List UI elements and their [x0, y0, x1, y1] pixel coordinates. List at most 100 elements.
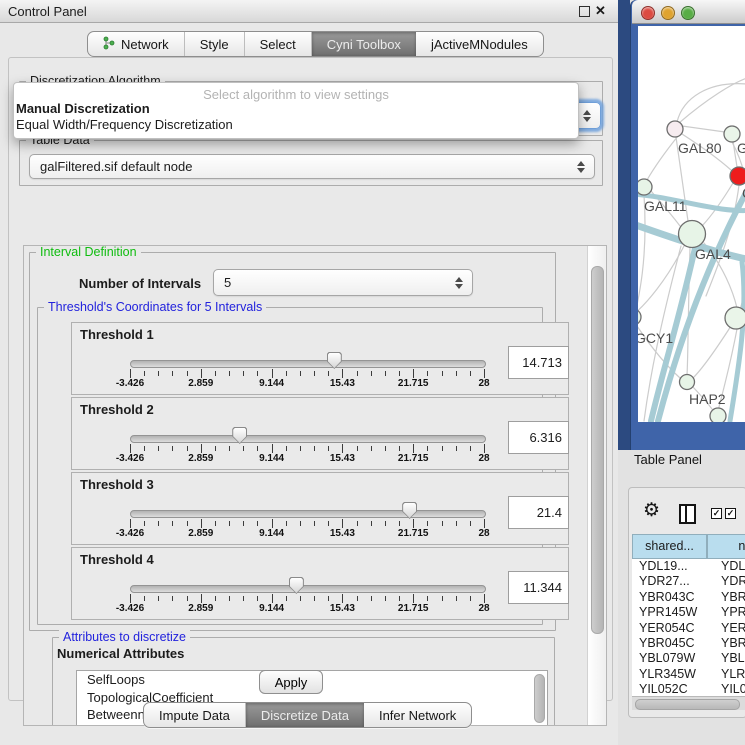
algorithm-placeholder: Select algorithm to view settings: [14, 87, 578, 102]
threshold-label: Threshold 1: [80, 327, 154, 342]
gear-icon[interactable]: ⚙: [643, 499, 660, 522]
table-header-row: shared...n...: [632, 534, 745, 559]
slider-tick: [371, 371, 372, 376]
threshold-list: Threshold 1-3.4262.8599.14415.4321.71528…: [38, 308, 542, 624]
table-data-combo[interactable]: galFiltered.sif default node: [29, 154, 595, 179]
threshold-value-field[interactable]: 11.344: [508, 571, 569, 604]
table-cell: YDR27...: [632, 574, 714, 589]
slider-track[interactable]: [130, 435, 486, 443]
slider-track[interactable]: [130, 360, 486, 368]
slider-tick: [243, 371, 244, 376]
table-hscrollbar-thumb[interactable]: [635, 699, 740, 710]
slider-tick: [257, 521, 258, 526]
tab-cyni-toolbox[interactable]: Cyni Toolbox: [312, 32, 416, 56]
checkbox-icon[interactable]: ✓: [725, 508, 736, 519]
tick-label: -3.426: [100, 453, 160, 464]
slider-tick: [484, 594, 485, 603]
panel-scrollbar-thumb[interactable]: [591, 266, 604, 634]
threshold-value-field[interactable]: 6.316: [508, 421, 569, 454]
network-window-titlebar: [632, 0, 745, 24]
numerical-attributes-label: Numerical Attributes: [57, 646, 184, 661]
slider-tick: [314, 596, 315, 601]
tab-select[interactable]: Select: [245, 32, 312, 56]
tab-discretize-data[interactable]: Discretize Data: [246, 703, 364, 727]
tick-label: 28: [454, 378, 514, 389]
table-cell: YBR0: [714, 636, 745, 651]
slider-tick: [243, 521, 244, 526]
network-node[interactable]: [638, 309, 641, 325]
slider-tick: [385, 371, 386, 376]
tab-label: jActiveMNodules: [431, 37, 528, 52]
network-edge: [730, 262, 744, 421]
tick-label: 9.144: [242, 603, 302, 614]
panel-scrollbar-track[interactable]: [587, 246, 606, 725]
threshold-value-field[interactable]: 21.4: [508, 496, 569, 529]
slider-tick: [427, 521, 428, 526]
slider-tick: [300, 371, 301, 376]
slider-tick: [484, 369, 485, 378]
apply-button[interactable]: Apply: [259, 670, 323, 694]
table-hscrollbar[interactable]: [632, 696, 745, 710]
slider-tick: [442, 521, 443, 526]
slider-tick: [357, 521, 358, 526]
network-node[interactable]: [725, 307, 745, 329]
tab-style[interactable]: Style: [185, 32, 245, 56]
algorithm-option[interactable]: Equal Width/Frequency Discretization: [16, 117, 576, 133]
tab-jactivemnodules[interactable]: jActiveMNodules: [416, 32, 543, 56]
mac-minimize-button[interactable]: [661, 6, 675, 20]
slider-track[interactable]: [130, 510, 486, 518]
cyni-toolbox-panel: Discretization Algorithm Table Data galF…: [8, 57, 613, 701]
mac-zoom-button[interactable]: [681, 6, 695, 20]
table-data-group: Table Data galFiltered.sif default node: [19, 140, 603, 186]
float-window-icon[interactable]: [579, 6, 590, 17]
table-cell: YBL0: [714, 651, 745, 666]
table-row[interactable]: YDR27...YDR2: [632, 574, 745, 589]
table-row[interactable]: YPR145WYPR1: [632, 605, 745, 620]
close-icon[interactable]: ✕: [595, 3, 606, 19]
combo-stepper-icon: [582, 110, 591, 122]
algorithm-dropdown-popup: Select algorithm to view settings Manual…: [13, 82, 579, 139]
slider-tick: [257, 596, 258, 601]
network-node[interactable]: [679, 221, 706, 248]
slider-tick: [328, 596, 329, 601]
network-node[interactable]: [710, 408, 726, 422]
table-column-header[interactable]: n...: [707, 534, 745, 559]
thresholds-group: Threshold's Coordinates for 5 Intervals …: [37, 307, 543, 625]
columns-icon[interactable]: [679, 504, 696, 524]
table-body: YDL19...YDL1YDR27...YDR2YBR043CYBR0YPR14…: [632, 559, 745, 696]
table-row[interactable]: YDL19...YDL1: [632, 559, 745, 574]
table-row[interactable]: YBR045CYBR0: [632, 636, 745, 651]
tab-impute-data[interactable]: Impute Data: [144, 703, 246, 727]
algorithm-option[interactable]: Manual Discretization: [16, 101, 576, 117]
threshold-value-field[interactable]: 14.713: [508, 346, 569, 379]
slider-tick: [442, 596, 443, 601]
tab-label: Select: [260, 37, 296, 52]
node-label: GAL80: [678, 140, 722, 156]
list-scrollbar[interactable]: [534, 674, 545, 723]
table-row[interactable]: YER054CYER0: [632, 621, 745, 636]
slider-tick: [470, 521, 471, 526]
tab-network[interactable]: Network: [88, 32, 185, 56]
threshold-label: Threshold 4: [80, 552, 154, 567]
table-row[interactable]: YLR345WYLR3: [632, 667, 745, 682]
tab-label: Network: [121, 37, 169, 52]
slider-track[interactable]: [130, 585, 486, 593]
tick-label: 28: [454, 603, 514, 614]
slider-tick: [257, 446, 258, 451]
table-row[interactable]: YBR043CYBR0: [632, 590, 745, 605]
network-node[interactable]: [680, 375, 695, 390]
network-canvas[interactable]: GAL80GCGAL11GAL4GCY1HHAP2: [638, 26, 745, 422]
slider-tick: [314, 521, 315, 526]
network-node[interactable]: [730, 167, 745, 185]
checkbox-icon[interactable]: ✓: [711, 508, 722, 519]
table-row[interactable]: YBL079WYBL0: [632, 651, 745, 666]
mac-close-button[interactable]: [641, 6, 655, 20]
network-node[interactable]: [638, 179, 652, 195]
table-column-header[interactable]: shared...: [632, 534, 707, 559]
tab-infer-network[interactable]: Infer Network: [364, 703, 471, 727]
table-panel-window: ⚙ ✓ ✓ shared...n... YDL19...YDL1YDR27...…: [628, 487, 745, 718]
network-node[interactable]: [667, 121, 683, 137]
number-of-intervals-combo[interactable]: 5: [213, 269, 473, 296]
table-row[interactable]: YIL052CYIL0: [632, 682, 745, 696]
slider-tick: [272, 444, 273, 453]
